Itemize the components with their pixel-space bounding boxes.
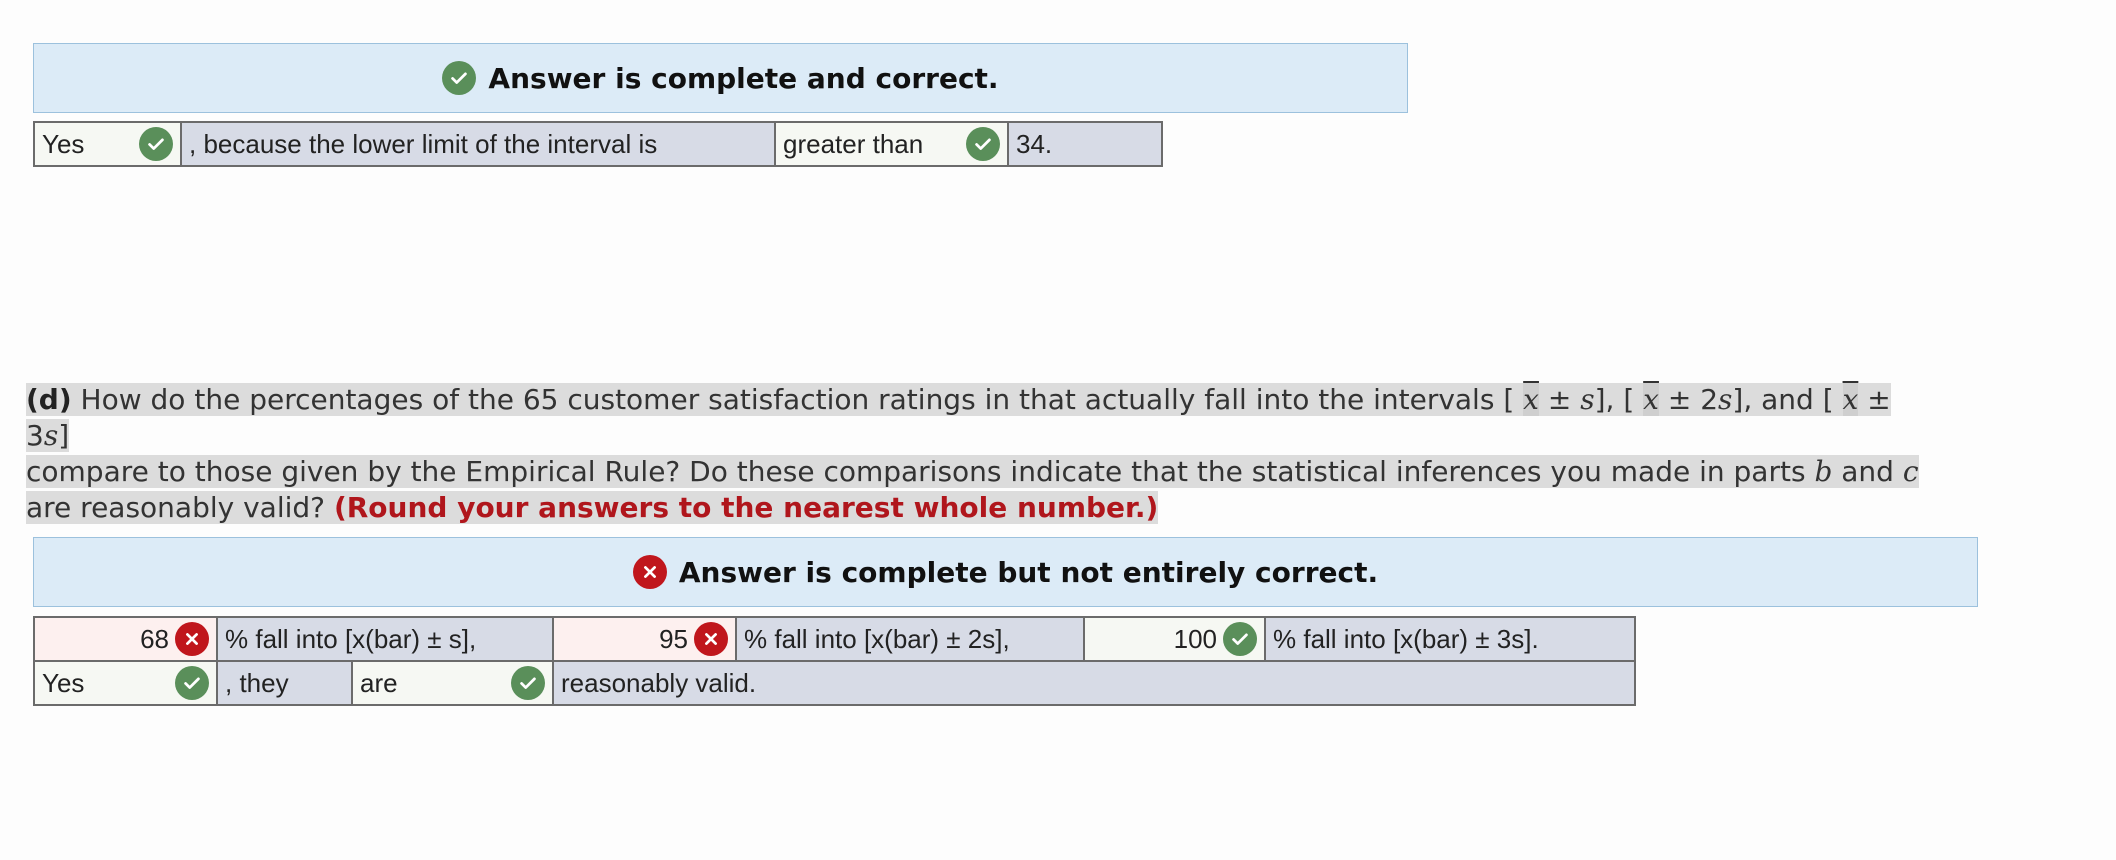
interval-text: ±: [1538, 383, 1581, 416]
part-b: b: [1814, 455, 1833, 488]
question-text-line3: are reasonably valid?: [26, 491, 334, 524]
answer-value: are: [360, 667, 398, 698]
check-circle-icon: [966, 127, 1000, 161]
check-circle-icon: [511, 666, 545, 700]
interval-text: ]: [58, 419, 70, 452]
check-circle-icon: [139, 127, 173, 161]
x-circle-icon: [632, 555, 667, 589]
question-text-line2: compare to those given by the Empirical …: [26, 455, 1815, 488]
xbar-symbol: x: [1523, 383, 1539, 416]
check-circle-icon: [1223, 622, 1257, 656]
answer-value: Yes: [42, 128, 85, 159]
result-banner-correct: Answer is complete and correct.: [33, 43, 1408, 113]
check-circle-icon: [442, 61, 477, 95]
question-d: (d) How do the percentages of the 65 cus…: [26, 382, 1926, 526]
answer-dropdown-yes[interactable]: Yes: [33, 121, 182, 167]
interval-text: ], [: [1594, 383, 1635, 416]
xbar-symbol: x: [1842, 383, 1859, 416]
question-text: and: [1832, 455, 1903, 488]
static-text: reasonably valid.: [552, 660, 1636, 706]
static-text: , because the lower limit of the interva…: [180, 121, 776, 167]
xbar-symbol: x: [1643, 383, 1659, 416]
answer-value: 95: [659, 623, 688, 654]
answer-dropdown-yes[interactable]: Yes: [33, 660, 218, 706]
answer-dropdown-greater-than[interactable]: greater than: [774, 121, 1009, 167]
s-symbol: s: [43, 419, 59, 452]
static-text: % fall into [x(bar) ± s],: [216, 616, 554, 662]
answer-value: 100: [1173, 623, 1217, 654]
answer-value: 68: [140, 623, 169, 654]
check-circle-icon: [175, 666, 209, 700]
question-label: (d): [26, 383, 72, 416]
answer-value: greater than: [783, 128, 924, 159]
interval-text: ], and [: [1732, 383, 1834, 416]
s-symbol: s: [1718, 383, 1733, 416]
static-text: % fall into [x(bar) ± 3s].: [1264, 616, 1636, 662]
answer-dropdown-are[interactable]: are: [351, 660, 554, 706]
s-symbol: s: [1580, 383, 1595, 416]
banner-text: Answer is complete and correct.: [488, 61, 999, 95]
x-circle-icon: [694, 622, 728, 656]
part-c: c: [1902, 455, 1919, 488]
static-text: 34.: [1007, 121, 1163, 167]
answer-row-panel1: Yes , because the lower limit of the int…: [33, 121, 1163, 167]
banner-text: Answer is complete but not entirely corr…: [678, 555, 1379, 589]
answer-input-95[interactable]: 95: [552, 616, 737, 662]
static-text: % fall into [x(bar) ± 2s],: [735, 616, 1085, 662]
x-circle-icon: [175, 622, 209, 656]
question-text-line1: How do the percentages of the 65 custome…: [80, 383, 1515, 416]
answer-input-100[interactable]: 100: [1083, 616, 1266, 662]
result-banner-partial: Answer is complete but not entirely corr…: [33, 537, 1978, 607]
answer-value: Yes: [42, 667, 85, 698]
interval-text: ± 2: [1658, 383, 1719, 416]
rounding-instruction: (Round your answers to the nearest whole…: [333, 491, 1159, 524]
answer-grid-panel2: 68 % fall into [x(bar) ± s], 95 % fall i…: [33, 616, 1636, 706]
static-text: , they: [216, 660, 353, 706]
answer-input-68[interactable]: 68: [33, 616, 218, 662]
